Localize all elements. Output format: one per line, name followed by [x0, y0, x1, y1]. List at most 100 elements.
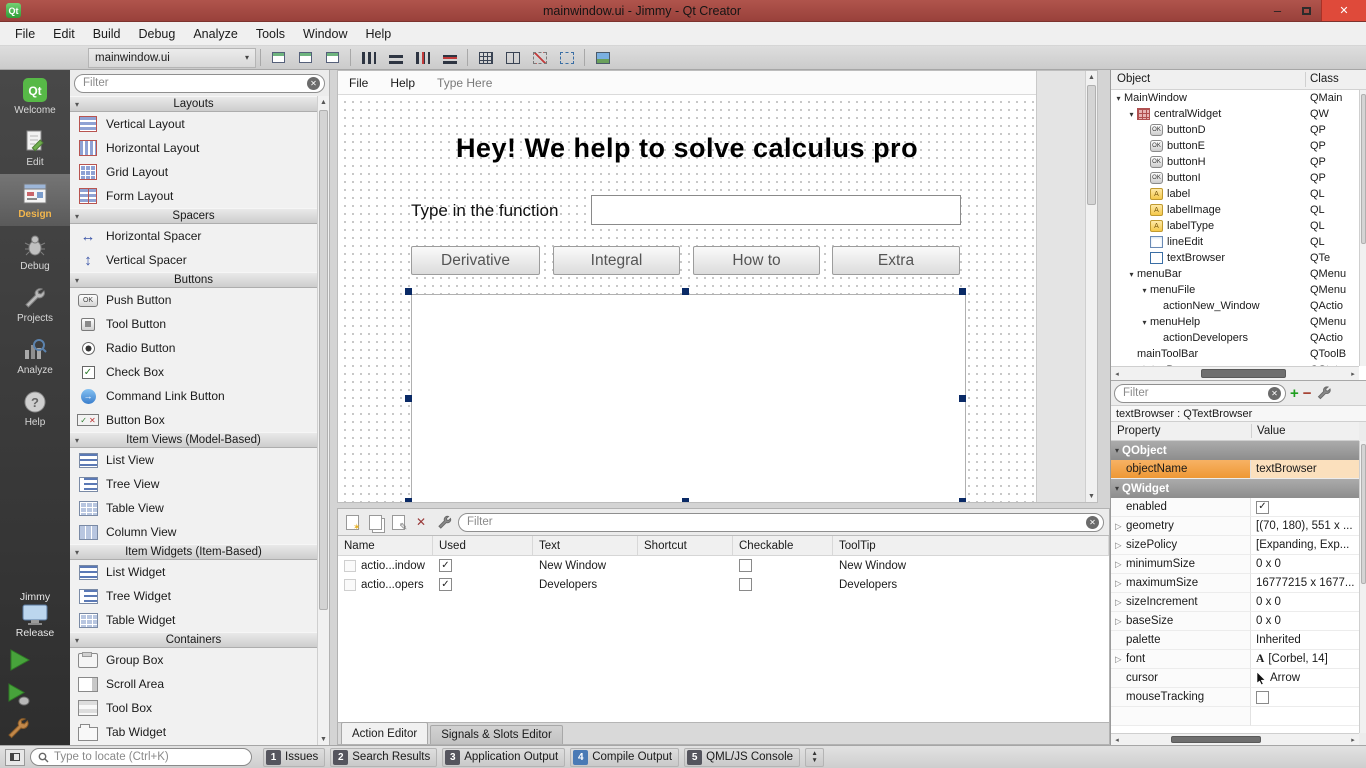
scroll-down-icon[interactable]: ▼ — [318, 733, 329, 745]
selection-handle[interactable] — [405, 395, 412, 402]
expander-icon[interactable]: ▾ — [1113, 94, 1124, 103]
tree-row-lineedit[interactable]: lineEdit QL — [1111, 234, 1359, 250]
property-row-palette[interactable]: palette Inherited — [1111, 631, 1359, 650]
tree-row-menufile[interactable]: ▾ menuFile QMenu — [1111, 282, 1359, 298]
widget-item-tree-widget[interactable]: Tree Widget — [70, 584, 317, 608]
widget-item-tab-widget[interactable]: Tab Widget — [70, 720, 317, 744]
category-item-views[interactable]: ▾ Item Views (Model-Based) — [70, 432, 317, 448]
form-canvas[interactable]: Hey! We help to solve calculus pro Type … — [338, 95, 1036, 502]
layout-grid-button[interactable] — [473, 48, 498, 68]
tree-row-maintoolbar[interactable]: mainToolBar QToolB — [1111, 346, 1359, 362]
scroll-left-icon[interactable]: ◂ — [1111, 367, 1123, 380]
selection-handle[interactable] — [959, 288, 966, 295]
tree-row-actiondevelopers[interactable]: actionDevelopers QActio — [1111, 330, 1359, 346]
expander-icon[interactable]: ▾ — [1139, 318, 1150, 327]
scrollbar-thumb[interactable] — [1171, 736, 1261, 743]
column-used[interactable]: Used — [433, 536, 533, 555]
scroll-left-icon[interactable]: ◂ — [1111, 734, 1123, 745]
property-group-qwidget[interactable]: ▾ QWidget — [1111, 479, 1359, 498]
property-value[interactable]: 16777215 x 1677... — [1251, 574, 1359, 593]
property-row-objectname[interactable]: objectName textBrowser — [1111, 460, 1359, 479]
scroll-down-icon[interactable]: ▼ — [1086, 490, 1097, 502]
scrollbar-thumb[interactable] — [1201, 369, 1286, 378]
form-text-browser[interactable] — [411, 294, 966, 502]
expander-icon[interactable]: ▾ — [1139, 286, 1150, 295]
scrollbar-thumb[interactable] — [1361, 444, 1366, 584]
output-pane-compile-output[interactable]: 4 Compile Output — [570, 747, 680, 767]
widget-item-check-box[interactable]: Check Box — [70, 360, 317, 384]
scrollbar-thumb[interactable] — [1087, 85, 1096, 205]
form-button-extra[interactable]: Extra — [832, 246, 960, 275]
tree-row-textbrowser[interactable]: textBrowser QTe — [1111, 250, 1359, 266]
object-inspector-hscrollbar[interactable]: ◂ ▸ — [1111, 366, 1359, 380]
widget-item-scroll-area[interactable]: Scroll Area — [70, 672, 317, 696]
widget-item-vertical-layout[interactable]: Vertical Layout — [70, 112, 317, 136]
mode-design[interactable]: Design — [0, 174, 70, 226]
clear-filter-icon[interactable]: ✕ — [307, 76, 320, 90]
object-inspector-scrollbar[interactable] — [1359, 90, 1366, 366]
tree-row-menuhelp[interactable]: ▾ menuHelp QMenu — [1111, 314, 1359, 330]
tab-action-editor[interactable]: Action Editor — [341, 722, 429, 744]
layout-form-button[interactable] — [500, 48, 525, 68]
property-row-cursor[interactable]: cursor Arrow — [1111, 669, 1359, 688]
property-filter-input[interactable] — [1123, 387, 1264, 399]
menu-analyze[interactable]: Analyze — [184, 22, 246, 45]
form-menu-help[interactable]: Help — [379, 71, 426, 94]
category-containers[interactable]: ▾ Containers — [70, 632, 317, 648]
property-row-maximumsize[interactable]: ▷ maximumSize 16777215 x 1677... — [1111, 574, 1359, 593]
locator-input[interactable] — [54, 751, 244, 763]
preview-button[interactable] — [590, 48, 615, 68]
tree-row-centralwidget[interactable]: ▾ centralWidget QW — [1111, 106, 1359, 122]
configure-actions-button[interactable] — [435, 514, 453, 530]
menu-debug[interactable]: Debug — [130, 22, 185, 45]
adjust-size-button[interactable] — [554, 48, 579, 68]
new-action-button[interactable] — [343, 514, 361, 533]
menu-edit[interactable]: Edit — [44, 22, 84, 45]
menu-build[interactable]: Build — [84, 22, 130, 45]
expander-icon[interactable]: ▷ — [1115, 616, 1126, 627]
configure-property-editor-button[interactable] — [1316, 385, 1332, 401]
property-row-sizepolicy[interactable]: ▷ sizePolicy [Expanding, Exp... — [1111, 536, 1359, 555]
expander-icon[interactable]: ▷ — [1115, 654, 1126, 665]
property-editor-hscrollbar[interactable]: ◂ ▸ — [1111, 733, 1359, 745]
tree-row-labelimage[interactable]: labelImage QL — [1111, 202, 1359, 218]
widget-item-form-layout[interactable]: Form Layout — [70, 184, 317, 208]
category-spacers[interactable]: ▾ Spacers — [70, 208, 317, 224]
column-divider[interactable] — [1305, 72, 1306, 87]
expander-icon[interactable]: ▷ — [1115, 540, 1126, 551]
property-row-enabled[interactable]: enabled ✓ — [1111, 498, 1359, 517]
layout-splitter-vertical-button[interactable] — [437, 48, 462, 68]
scrollbar-thumb[interactable] — [1361, 94, 1366, 244]
output-pane-cycle-button[interactable]: ▲ ▼ — [805, 747, 825, 767]
property-value[interactable]: 0 x 0 — [1251, 555, 1359, 574]
property-value[interactable]: Inherited — [1251, 631, 1359, 650]
action-row[interactable]: actio...indow ✓ New Window New Window — [338, 556, 1109, 575]
output-pane-application-output[interactable]: 3 Application Output — [442, 747, 566, 767]
widget-item-list-widget[interactable]: List Widget — [70, 560, 317, 584]
column-class[interactable]: Class — [1310, 73, 1339, 85]
tree-row-labeltype[interactable]: labelType QL — [1111, 218, 1359, 234]
menu-help[interactable]: Help — [356, 22, 400, 45]
widget-item-table-view[interactable]: Table View — [70, 496, 317, 520]
mode-debug[interactable]: Debug — [0, 226, 70, 278]
widget-item-push-button[interactable]: Push Button — [70, 288, 317, 312]
kit-selector[interactable]: Jimmy Release — [0, 591, 70, 643]
edit-buddies-button[interactable] — [320, 48, 345, 68]
minimize-button[interactable]: – — [1263, 0, 1292, 21]
mode-analyze[interactable]: Analyze — [0, 330, 70, 382]
property-value[interactable]: 0 x 0 — [1251, 612, 1359, 631]
form-menu-file[interactable]: File — [338, 71, 379, 94]
add-dynamic-property-button[interactable]: + — [1290, 386, 1299, 401]
property-row-basesize[interactable]: ▷ baseSize 0 x 0 — [1111, 612, 1359, 631]
column-name[interactable]: Name — [338, 536, 433, 555]
property-value[interactable]: [Expanding, Exp... — [1251, 536, 1359, 555]
tree-row-buttone[interactable]: buttonE QP — [1111, 138, 1359, 154]
widget-box-scrollbar[interactable]: ▲ ▼ — [317, 96, 329, 745]
tree-row-menubar[interactable]: ▾ menuBar QMenu — [1111, 266, 1359, 282]
mousetracking-checkbox[interactable] — [1256, 690, 1269, 704]
property-row-mousetracking[interactable]: mouseTracking — [1111, 688, 1359, 707]
tab-signals-slots-editor[interactable]: Signals & Slots Editor — [430, 725, 563, 744]
output-pane-issues[interactable]: 1 Issues — [263, 747, 326, 767]
expander-icon[interactable]: ▷ — [1115, 597, 1126, 608]
widget-item-grid-layout[interactable]: Grid Layout — [70, 160, 317, 184]
